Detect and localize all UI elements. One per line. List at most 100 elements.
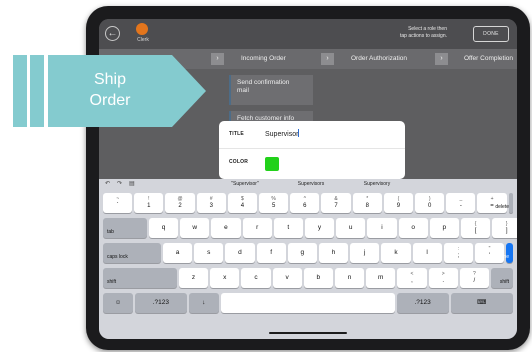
done-key[interactable]: done [498, 243, 513, 263]
key-glyph: k [394, 249, 398, 256]
title-input[interactable]: Supervisor [265, 129, 300, 138]
key[interactable]: ~ ` [103, 193, 133, 213]
keyboard-dismiss-icon[interactable]: ⌨ [450, 293, 513, 313]
key[interactable]: l [412, 243, 442, 263]
step-incoming-order[interactable]: Incoming Order [241, 49, 286, 69]
key[interactable]: b [303, 268, 333, 288]
key[interactable]: h [318, 243, 349, 263]
color-swatch[interactable] [265, 157, 279, 171]
key-glyph: t [287, 224, 290, 231]
space-key[interactable] [220, 293, 395, 313]
key[interactable]: g [287, 243, 317, 263]
key-label: tab [107, 229, 114, 235]
key[interactable]: ^ 6 [290, 193, 320, 213]
key-glyph: 4 [240, 203, 245, 209]
key[interactable]: r [242, 218, 272, 238]
microphone-icon[interactable]: ↓ [188, 293, 219, 313]
caps-lock-key[interactable]: caps lock [103, 243, 161, 263]
step-offer-completion[interactable]: Offer Completion [464, 49, 513, 69]
key[interactable]: * 8 [352, 193, 382, 213]
key-shift-glyph: { [474, 221, 477, 227]
key[interactable]: >. [428, 268, 458, 288]
key[interactable]: $4 [227, 193, 258, 213]
key[interactable]: ) 0 [415, 193, 445, 213]
step-order-authorization[interactable]: Order Authorization [351, 49, 407, 69]
key[interactable]: q [148, 218, 179, 238]
key[interactable]: n [334, 268, 365, 288]
key[interactable]: #3 [196, 193, 226, 213]
suggestion-item[interactable]: "Supervisor" [215, 181, 275, 187]
key[interactable]: x [210, 268, 240, 288]
key[interactable]: d [225, 243, 255, 263]
key[interactable]: m [366, 268, 396, 288]
role-edit-popup: TITLE Supervisor COLOR [219, 121, 405, 179]
key[interactable]: _ - [446, 193, 476, 213]
key[interactable]: c [241, 268, 271, 288]
key-shift-glyph: < [410, 271, 414, 277]
key[interactable]: :; [443, 243, 473, 263]
key-shift-glyph: @ [177, 196, 183, 202]
key-glyph: 7 [334, 203, 338, 209]
key[interactable]: z [178, 268, 209, 288]
key-glyph: .?123 [414, 299, 431, 306]
key[interactable]: {[ [460, 218, 491, 238]
key[interactable]: i [367, 218, 397, 238]
key-shift-glyph: ~ [116, 196, 120, 202]
numbers-key[interactable]: .?123 [134, 293, 187, 313]
done-button[interactable]: DONE [473, 26, 509, 42]
key[interactable]: k [381, 243, 411, 263]
key[interactable]: t [273, 218, 303, 238]
shift-key[interactable]: shift [490, 268, 513, 288]
clipboard-icon[interactable]: ▤ [129, 180, 135, 187]
key-glyph: 5 [271, 203, 276, 209]
color-row: COLOR [219, 149, 405, 177]
key[interactable]: % 5 [259, 193, 289, 213]
key[interactable]: + = [477, 193, 507, 213]
key-glyph: [ [474, 228, 477, 234]
key[interactable]: ! 1 [134, 193, 164, 213]
key[interactable]: f [256, 243, 286, 263]
key[interactable]: v [272, 268, 302, 288]
key-glyph: ☺ [114, 299, 122, 306]
action-card[interactable]: Send confirmation mail [229, 75, 313, 105]
role-name: Clerk [137, 37, 149, 43]
key[interactable]: y [304, 218, 335, 238]
key[interactable]: p [429, 218, 459, 238]
key[interactable]: a [162, 243, 193, 263]
undo-icon[interactable]: ↶ [105, 180, 110, 187]
key[interactable]: & 7 [321, 193, 351, 213]
key[interactable]: (9 [383, 193, 414, 213]
back-icon[interactable]: ← [105, 26, 120, 41]
key[interactable]: j [350, 243, 380, 263]
key[interactable]: @2 [165, 193, 195, 213]
redo-icon[interactable]: ↷ [117, 180, 122, 187]
key-glyph: d [238, 249, 242, 256]
key[interactable]: w [180, 218, 210, 238]
key[interactable]: o [398, 218, 428, 238]
chevron-right-icon[interactable]: › [211, 53, 224, 65]
key-shift-glyph: ^ [303, 196, 307, 202]
key-glyph: , [411, 278, 413, 284]
key[interactable]: e [211, 218, 241, 238]
key[interactable]: " ' [474, 243, 505, 263]
key[interactable]: }] [492, 218, 517, 238]
suggestion-item[interactable]: Supervisors [281, 181, 341, 187]
key-shift-glyph: # [209, 196, 213, 202]
suggestion-item[interactable]: Supervisory [347, 181, 407, 187]
key[interactable]: <, [397, 268, 427, 288]
numbers-key[interactable]: .?123 [396, 293, 449, 313]
delete-key[interactable]: delete [495, 193, 513, 213]
key[interactable]: s [194, 243, 224, 263]
key[interactable]: ? / [459, 268, 489, 288]
key-glyph: - [459, 203, 462, 209]
chevron-right-icon[interactable]: › [435, 53, 448, 65]
emoji-icon[interactable]: ☺ [103, 293, 133, 313]
key-glyph: b [316, 274, 321, 281]
tab-key[interactable]: tab [103, 218, 147, 238]
chevron-right-icon[interactable]: › [321, 53, 334, 65]
key[interactable]: u [336, 218, 366, 238]
shift-key[interactable]: shift [103, 268, 177, 288]
key-glyph: n [347, 274, 352, 281]
role-avatar[interactable] [136, 23, 148, 35]
key-glyph: f [270, 249, 273, 256]
